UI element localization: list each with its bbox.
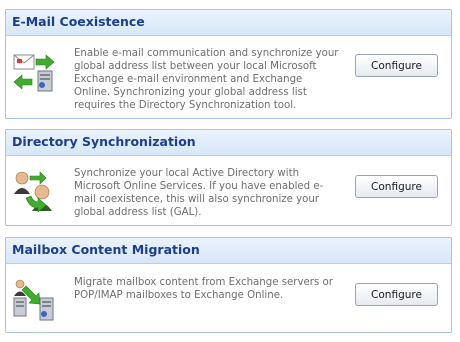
directory-sync-configure-button[interactable]: Configure	[355, 175, 438, 198]
directory-sync-title: Directory Synchronization	[6, 130, 451, 156]
mailbox-migration-configure-button[interactable]: Configure	[355, 283, 438, 306]
directory-sync-description: Synchronize your local Active Directory …	[74, 168, 324, 218]
email-coexistence-title: E-Mail Coexistence	[6, 10, 451, 36]
mailbox-migration-panel: Mailbox Content Migration Migrate mailbo…	[5, 237, 452, 333]
email-coexistence-panel: E-Mail Coexistence Enable e-mail communi…	[5, 9, 452, 119]
mailbox-migration-title: Mailbox Content Migration	[6, 238, 451, 264]
mailbox-migration-description: Migrate mailbox content from Exchange se…	[74, 277, 333, 301]
directory-sync-panel: Directory Synchronization Synchronize yo…	[5, 129, 452, 226]
email-coexistence-description: Enable e-mail communication and synchron…	[74, 48, 339, 111]
email-server-sync-icon	[13, 54, 55, 92]
mailbox-server-migration-icon	[13, 279, 54, 321]
email-coexistence-configure-button[interactable]: Configure	[355, 54, 438, 77]
user-directory-sync-icon	[14, 171, 52, 212]
